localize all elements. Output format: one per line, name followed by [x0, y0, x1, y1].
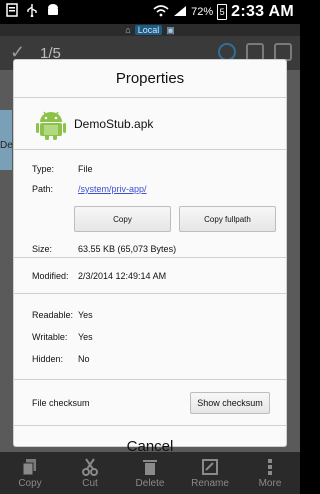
path-link[interactable]: /system/priv-app/ [78, 184, 147, 194]
writable-label: Writable: [32, 332, 68, 342]
more-action-label: More [258, 477, 282, 489]
hidden-row: Hidden: No [14, 348, 286, 370]
home-icon: ⌂ [125, 25, 131, 35]
battery-level: 5 [219, 6, 225, 17]
rename-action-label: Rename [191, 477, 229, 489]
path-section: Type: File Path: /system/priv-app/ Copy … [14, 150, 286, 258]
battery-percent: 72% [191, 6, 214, 18]
copy-fullpath-button[interactable]: Copy fullpath [179, 206, 276, 232]
status-left [0, 2, 60, 22]
readable-row: Readable: Yes [14, 304, 286, 326]
hidden-value: No [78, 354, 90, 364]
android-apk-icon [36, 111, 66, 140]
file-header: DemoStub.apk [14, 98, 286, 150]
modified-row: Modified: 2/3/2014 12:49:14 AM [14, 271, 166, 281]
permissions-section: Readable: Yes Writable: Yes Hidden: No [14, 294, 286, 380]
readable-label: Readable: [32, 310, 74, 320]
cut-action-label: Cut [82, 477, 98, 489]
modified-section: Modified: 2/3/2014 12:49:14 AM [14, 258, 286, 294]
size-label: Size: [32, 244, 53, 254]
copy-action-label: Copy [18, 477, 42, 489]
network-icon[interactable] [218, 43, 236, 61]
type-label: Type: [32, 164, 55, 174]
select-all-icon[interactable] [246, 43, 264, 61]
show-checksum-button[interactable]: Show checksum [190, 391, 270, 414]
readable-value: Yes [78, 310, 93, 320]
selection-count: 1/5 [40, 44, 61, 62]
checksum-section: File checksum Show checksum [14, 380, 286, 426]
cancel-button[interactable]: Cancel [14, 426, 286, 466]
clock: 2:33 AM [231, 3, 294, 20]
copy-button-row: Copy Copy fullpath [14, 206, 286, 232]
storage-icon: ▣ [166, 24, 175, 35]
status-bar: 72% 5 2:33 AM [0, 0, 300, 24]
usb-icon [26, 3, 38, 22]
writable-row: Writable: Yes [14, 326, 286, 348]
writable-value: Yes [78, 332, 93, 342]
modified-value: 2/3/2014 12:49:14 AM [78, 270, 167, 281]
dialog-title: Properties [14, 60, 286, 98]
size-value: 63.55 KB (65,073 Bytes) [78, 244, 177, 254]
wifi-icon [153, 4, 169, 20]
copy-button[interactable]: Copy [74, 206, 171, 232]
properties-dialog: Properties DemoStub.apk Type: File Path:… [14, 60, 286, 455]
android-icon [46, 3, 60, 22]
battery-icon: 5 [217, 4, 228, 20]
selection-tools [218, 43, 292, 61]
path-row: Path: /system/priv-app/ [14, 178, 286, 200]
type-row: Type: File [14, 162, 286, 176]
modified-label: Modified: [32, 270, 69, 281]
list-item-partial-text: De [0, 140, 13, 151]
status-right: 72% 5 2:33 AM [153, 3, 300, 21]
file-name: DemoStub.apk [74, 116, 154, 131]
signal-icon [173, 5, 187, 20]
type-value: File [78, 164, 93, 174]
checksum-label: File checksum [32, 397, 90, 408]
size-row: Size: 63.55 KB (65,073 Bytes) [14, 238, 286, 260]
delete-action-label: Delete [135, 477, 165, 489]
notification-app-icon [6, 2, 18, 22]
hidden-label: Hidden: [32, 354, 64, 364]
location-badge[interactable]: Local [134, 25, 163, 35]
location-strip: ⌂ Local ▣ [0, 24, 300, 36]
list-icon[interactable] [274, 43, 292, 61]
path-label: Path: [32, 184, 54, 194]
